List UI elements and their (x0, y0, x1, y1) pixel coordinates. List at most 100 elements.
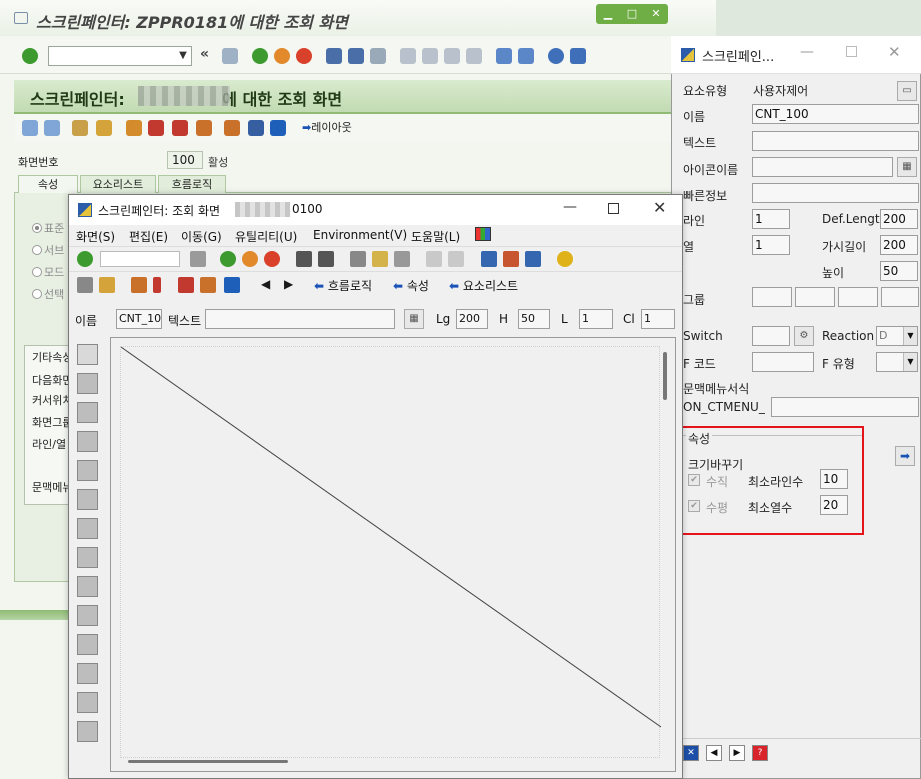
marker-icon[interactable] (153, 277, 161, 293)
text-field-tool-icon[interactable] (77, 373, 98, 394)
chevron-down-icon[interactable]: ▼ (176, 47, 190, 65)
save-icon[interactable] (190, 251, 206, 267)
test-icon[interactable] (178, 277, 194, 293)
enter-icon[interactable] (77, 251, 93, 267)
last-page-icon[interactable] (466, 48, 482, 64)
undo-icon[interactable] (426, 251, 442, 267)
test-icon[interactable] (172, 120, 188, 136)
custom-control-tool-icon[interactable] (77, 692, 98, 713)
f-code-field[interactable] (752, 352, 814, 372)
back-icon[interactable] (220, 251, 236, 267)
text-field[interactable] (205, 309, 395, 329)
activate-icon[interactable] (148, 120, 164, 136)
info-icon[interactable] (270, 120, 286, 136)
icon-name-field[interactable] (752, 157, 893, 177)
next-icon[interactable]: ▶ (729, 745, 745, 761)
radio-selection[interactable]: 선택 (32, 286, 64, 302)
edit-icon[interactable] (77, 277, 93, 293)
radio-subscreen[interactable]: 서브 (32, 242, 64, 258)
f-type-select[interactable]: ▼ (876, 352, 918, 372)
dictionary-icon[interactable]: ▦ (404, 309, 424, 329)
check-icon[interactable] (126, 120, 142, 136)
layout-icon[interactable] (481, 251, 497, 267)
enter-icon[interactable] (22, 48, 38, 64)
lg-field[interactable]: 200 (456, 309, 488, 329)
switch-field[interactable] (752, 326, 790, 346)
other-object-icon[interactable] (99, 277, 115, 293)
pointer-icon[interactable] (77, 344, 98, 365)
redo-icon[interactable] (448, 251, 464, 267)
l-field[interactable]: 1 (579, 309, 613, 329)
close-button[interactable]: ✕ (644, 4, 668, 24)
maximize-button[interactable]: □ (620, 4, 644, 24)
previous-icon[interactable]: ◀ (706, 745, 722, 761)
minimize-button[interactable]: — (800, 44, 814, 60)
name-field[interactable]: CNT_10 (116, 309, 162, 329)
group-field-2[interactable] (795, 287, 835, 307)
layout-button[interactable]: ➡레이아웃 (302, 119, 352, 135)
cut-icon[interactable] (350, 251, 366, 267)
radio-modal[interactable]: 모드 (32, 264, 64, 280)
tab-attributes[interactable]: 속성 (18, 175, 78, 193)
shortcut-icon[interactable] (518, 48, 534, 64)
menu-environment[interactable]: Environment(V) (313, 228, 407, 242)
quick-info-field[interactable] (752, 183, 919, 203)
element-type-button[interactable]: ▭ (897, 81, 917, 101)
where-used-icon[interactable] (196, 120, 212, 136)
h-field[interactable]: 50 (518, 309, 550, 329)
button-tool-icon[interactable] (77, 489, 98, 510)
command-field[interactable] (48, 46, 192, 66)
maximize-button[interactable] (846, 46, 857, 57)
arrow-left-icon[interactable] (22, 120, 38, 136)
radio-normal[interactable]: 표준 (32, 220, 64, 236)
previous-page-icon[interactable] (422, 48, 438, 64)
tabstrip-tool-icon[interactable] (77, 518, 98, 539)
checkbox-tool-icon[interactable] (77, 431, 98, 452)
other-object-icon[interactable] (96, 120, 112, 136)
icon-browse-icon[interactable]: ▦ (897, 157, 917, 177)
flow-logic-button[interactable]: ⬅ 흐름로직 (314, 277, 372, 294)
arrow-right-icon[interactable] (44, 120, 60, 136)
info-icon[interactable] (224, 277, 240, 293)
exit-icon[interactable] (242, 251, 258, 267)
radio-tool-icon[interactable] (77, 460, 98, 481)
maximize-button[interactable] (608, 203, 619, 214)
paste-icon[interactable] (394, 251, 410, 267)
menu-goto[interactable]: 이동(G) (181, 228, 222, 245)
find-next-icon[interactable] (370, 48, 386, 64)
list-icon[interactable] (248, 120, 264, 136)
subscreen-tool-icon[interactable] (77, 605, 98, 626)
color-settings-icon[interactable] (475, 227, 491, 241)
horizontal-scrollbar[interactable] (128, 760, 288, 763)
group-field-3[interactable] (838, 287, 878, 307)
next-page-icon[interactable] (444, 48, 460, 64)
line-field[interactable]: 1 (752, 209, 790, 229)
height-field[interactable]: 50 (880, 261, 918, 281)
help-icon[interactable] (557, 251, 573, 267)
input-field-tool-icon[interactable] (77, 402, 98, 423)
attributes-button[interactable]: ⬅ 속성 (393, 277, 429, 294)
cancel-icon[interactable] (264, 251, 280, 267)
c-field[interactable]: 1 (641, 309, 675, 329)
new-session-icon[interactable] (496, 48, 512, 64)
tabstrip-wizard-icon[interactable] (77, 547, 98, 568)
menu-help[interactable]: 도움말(L) (411, 228, 460, 245)
copy-icon[interactable] (372, 251, 388, 267)
close-icon[interactable]: ✕ (683, 745, 699, 761)
help-icon[interactable] (548, 48, 564, 64)
hierarchy-icon[interactable] (131, 277, 147, 293)
next-icon[interactable]: ▶ (284, 277, 293, 291)
close-button[interactable]: ✕ (653, 198, 666, 217)
element-list-button[interactable]: ⬅ 요소리스트 (449, 277, 518, 294)
status-icon-tool-icon[interactable] (77, 721, 98, 742)
text-field[interactable] (752, 131, 919, 151)
save-icon[interactable] (222, 48, 238, 64)
switch-settings-icon[interactable]: ⚙ (794, 326, 814, 346)
cancel-icon[interactable] (296, 48, 312, 64)
menu-screen[interactable]: 화면(S) (76, 228, 115, 245)
context-menu-field[interactable] (771, 397, 919, 417)
where-used-icon[interactable] (200, 277, 216, 293)
reaction-select[interactable]: D ▼ (876, 326, 918, 346)
find-icon[interactable] (348, 48, 364, 64)
print-icon[interactable] (326, 48, 342, 64)
